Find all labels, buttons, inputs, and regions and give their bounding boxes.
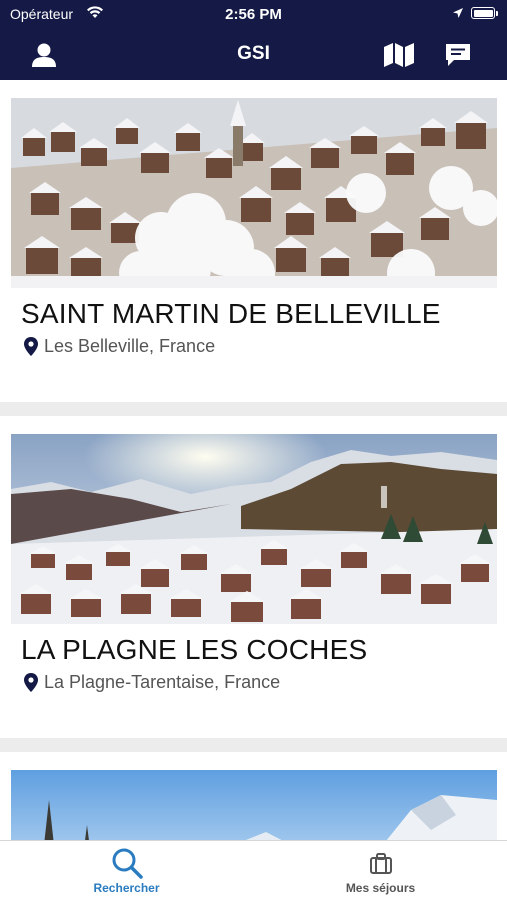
resort-name: LA PLAGNE LES COCHES: [21, 634, 368, 665]
resort-list[interactable]: SAINT MARTIN DE BELLEVILLE Les Bellevill…: [0, 80, 507, 840]
status-bar: Opérateur 2:56 PM: [0, 0, 507, 30]
battery-icon: [471, 7, 498, 19]
nav-bar: GSI: [0, 30, 507, 80]
location-arrow-icon: [452, 6, 464, 22]
resort-location: Les Belleville, France: [24, 336, 215, 357]
tab-mes-sejours[interactable]: Mes séjours: [254, 841, 507, 901]
suitcase-icon: [254, 853, 507, 875]
resort-card[interactable]: SAINT MARTIN DE BELLEVILLE Les Bellevill…: [0, 80, 507, 402]
resort-location: La Plagne-Tarentaise, France: [24, 672, 280, 693]
resort-photo[interactable]: [11, 98, 497, 288]
clock: 2:56 PM: [225, 6, 282, 23]
resort-photo[interactable]: [11, 434, 497, 624]
tab-label: Mes séjours: [345, 881, 416, 895]
resort-photo[interactable]: [11, 770, 497, 840]
tab-rechercher[interactable]: Rechercher: [0, 841, 253, 901]
resort-card[interactable]: LA PLAGNE LES COCHES La Plagne-Tarentais…: [0, 416, 507, 738]
map-pin-icon: [24, 673, 38, 692]
chat-icon[interactable]: [441, 38, 475, 72]
resort-card[interactable]: [0, 752, 507, 840]
tab-bar: Rechercher Mes séjours: [0, 840, 507, 901]
app-title: GSI: [237, 43, 270, 64]
map-icon[interactable]: [382, 38, 416, 72]
tab-label: Rechercher: [93, 881, 160, 895]
resort-name: SAINT MARTIN DE BELLEVILLE: [21, 298, 441, 329]
search-icon: [0, 847, 253, 879]
map-pin-icon: [24, 337, 38, 356]
resort-location-text: La Plagne-Tarentaise, France: [44, 672, 281, 692]
resort-location-text: Les Belleville, France: [44, 336, 216, 356]
